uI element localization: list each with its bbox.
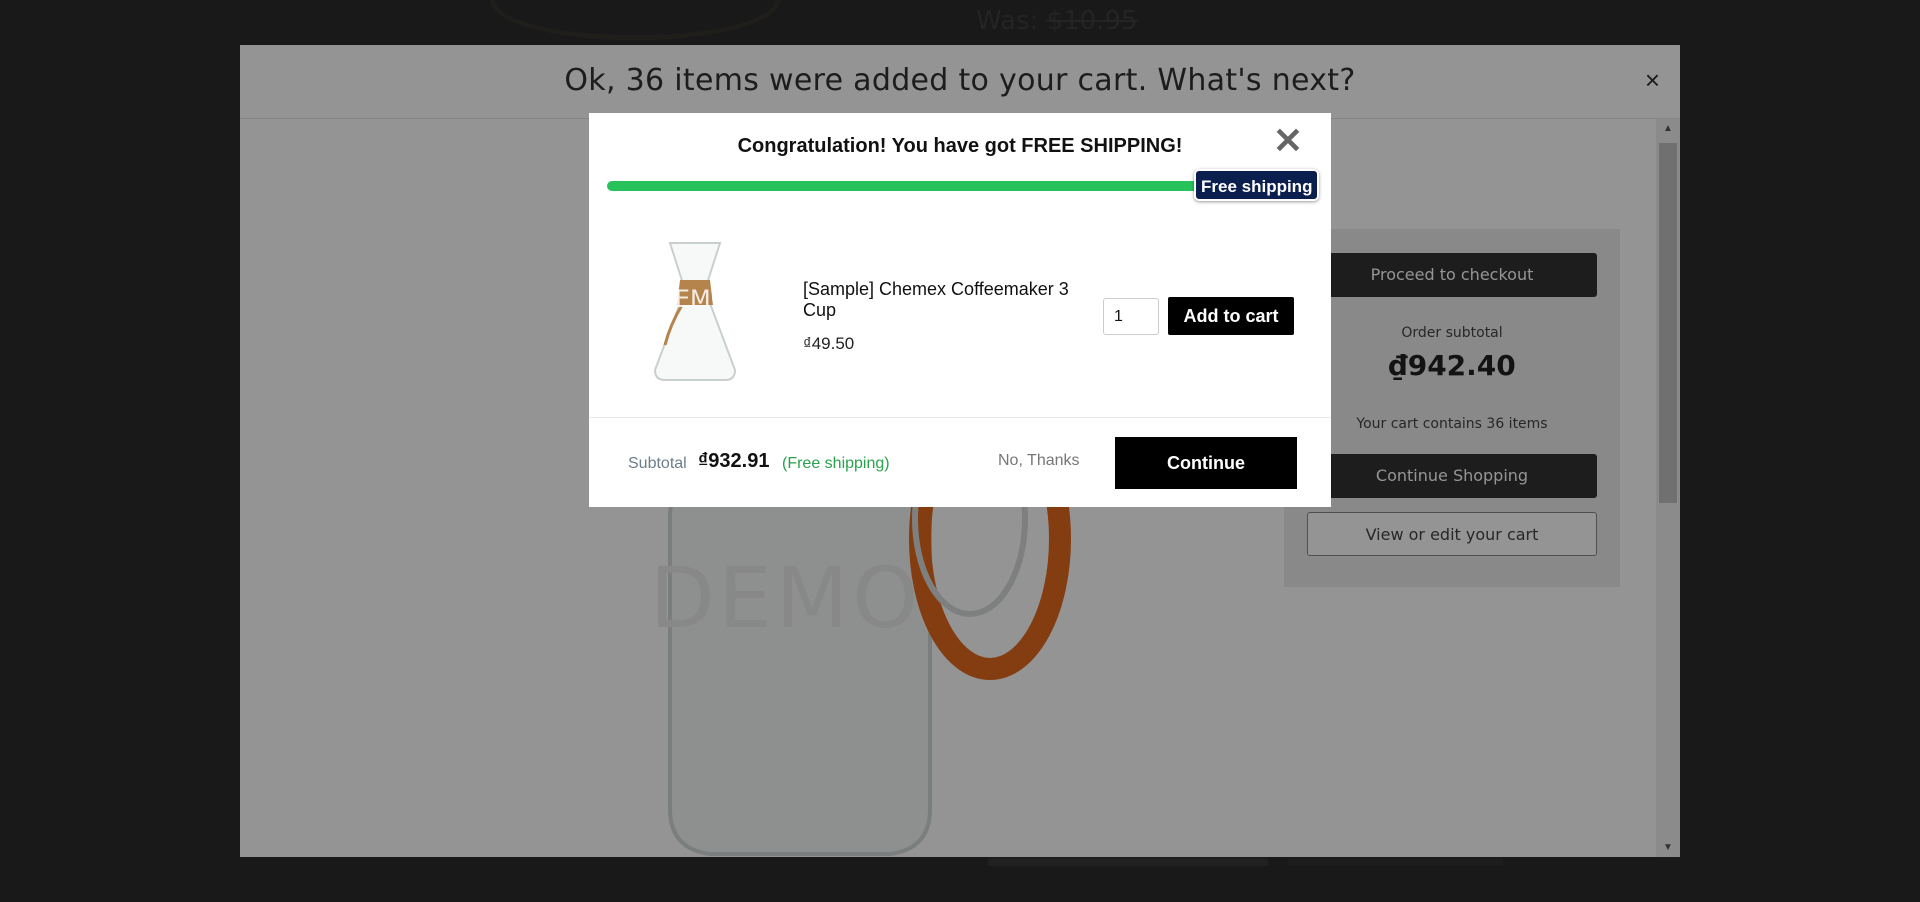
subtotal-value: ₫932.91 (698, 450, 770, 472)
product-name[interactable]: [Sample] Chemex Coffeemaker 3 Cup (803, 279, 1093, 321)
product-price: ₫49.50 (803, 334, 855, 353)
add-to-cart-button[interactable]: Add to cart (1168, 297, 1294, 335)
free-shipping-label: (Free shipping) (782, 455, 890, 472)
quantity-input[interactable]: 1 (1103, 298, 1159, 335)
subtotal-label: Subtotal (628, 455, 687, 472)
demo-watermark: DEMO (656, 285, 730, 313)
no-thanks-link[interactable]: No, Thanks (998, 452, 1080, 470)
popup-title: Congratulation! You have got FREE SHIPPI… (737, 135, 1183, 157)
upsell-product-row: DEMO [Sample] Chemex Coffeemaker 3 Cup ₫… (628, 235, 1298, 381)
footer-divider (589, 417, 1331, 418)
free-shipping-badge: Free shipping (1194, 169, 1320, 201)
free-shipping-popup: ✕ Congratulation! You have got FREE SHIP… (589, 113, 1331, 507)
popup-footer: Subtotal ₫932.91 (Free shipping) No, Tha… (628, 437, 1298, 489)
continue-button[interactable]: Continue (1115, 437, 1297, 489)
